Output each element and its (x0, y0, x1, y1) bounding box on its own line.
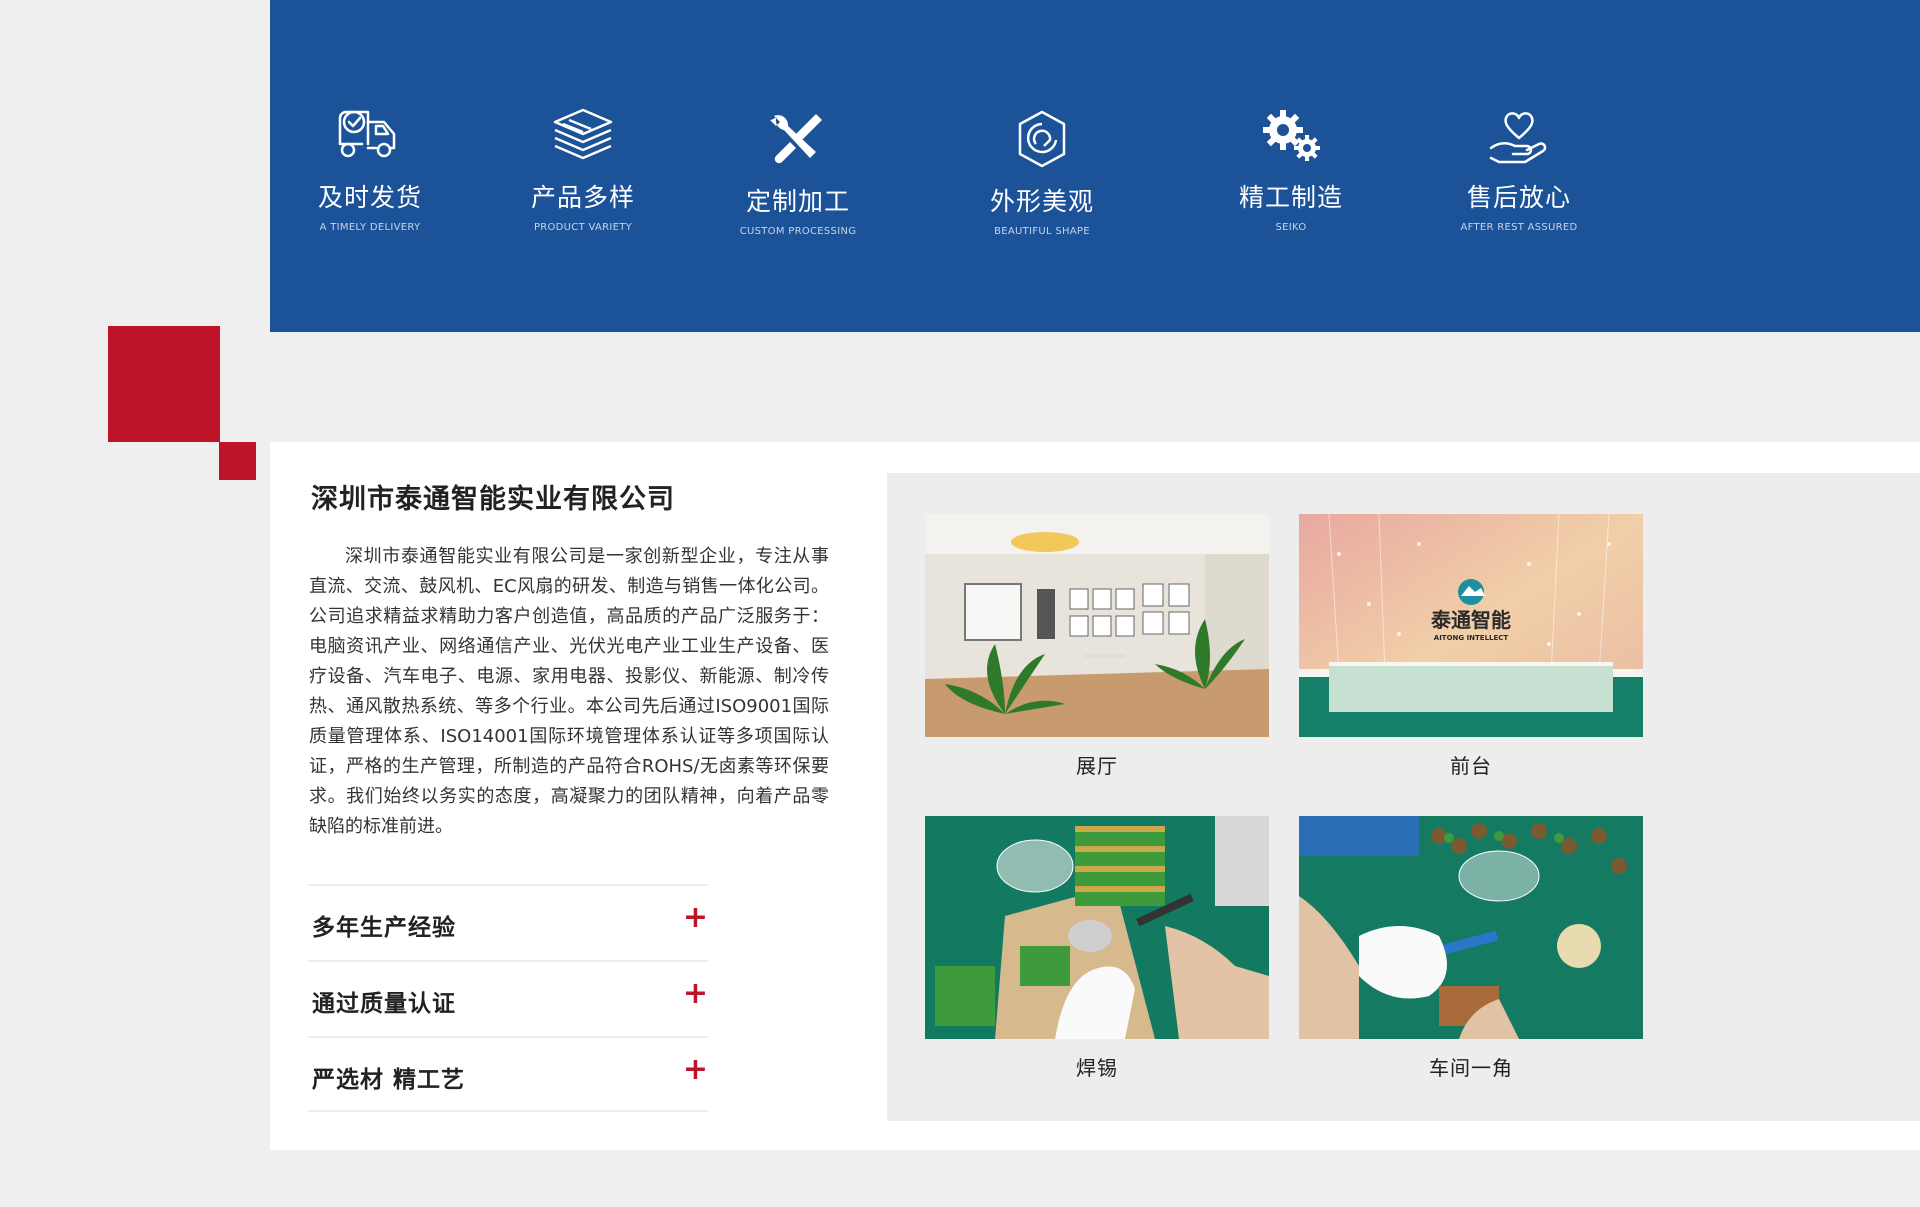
feature-product-variety: 产品多样 PRODUCT VARIETY (483, 100, 683, 233)
photo-workshop-corner[interactable] (1299, 816, 1643, 1039)
photo-caption: 展厅 (1076, 754, 1118, 778)
delivery-truck-icon (270, 100, 470, 172)
plus-icon[interactable]: + (683, 900, 708, 935)
advantages-list: 多年生产经验 + 通过质量认证 + 严选材 精工艺 + (308, 884, 708, 1112)
photo-soldering[interactable] (925, 816, 1269, 1039)
feature-title: 及时发货 (317, 183, 422, 212)
feature-subtitle: CUSTOM PROCESSING (739, 226, 857, 237)
advantage-label: 多年生产经验 (312, 915, 456, 941)
shape-hexagon-icon (942, 104, 1142, 176)
advantage-label: 通过质量认证 (312, 991, 456, 1017)
feature-subtitle: AFTER REST ASSURED (1460, 222, 1578, 233)
feature-subtitle: A TIMELY DELIVERY (319, 222, 421, 233)
photo-showroom[interactable] (925, 514, 1269, 737)
photo-caption: 前台 (1450, 754, 1492, 778)
feature-subtitle: SEIKO (1275, 222, 1307, 233)
decor-red-square-small (219, 442, 256, 480)
decor-red-square-large (108, 326, 220, 442)
feature-seiko: 精工制造 SEIKO (1191, 100, 1391, 233)
company-description: 深圳市泰通智能实业有限公司是一家创新型企业，专注从事直流、交流、鼓风机、EC风扇… (309, 546, 829, 837)
feature-title: 外形美观 (989, 187, 1094, 216)
gears-icon (1191, 100, 1391, 172)
feature-title: 产品多样 (530, 183, 635, 212)
company-name: 深圳市泰通智能实业有限公司 (311, 484, 675, 515)
feature-custom-processing: 定制加工 CUSTOM PROCESSING (698, 104, 898, 237)
feature-subtitle: PRODUCT VARIETY (533, 222, 633, 233)
feature-title: 定制加工 (745, 187, 850, 216)
plus-icon[interactable]: + (683, 976, 708, 1011)
photo-reception[interactable]: 泰通智能 AITONG INTELLECT (1299, 514, 1643, 737)
photo-caption: 焊锡 (1076, 1056, 1118, 1080)
layers-icon (483, 100, 683, 172)
feature-title: 售后放心 (1466, 183, 1571, 212)
advantage-item[interactable]: 通过质量认证 + (308, 960, 708, 1036)
features-banner: 及时发货 A TIMELY DELIVERY 产品多样 PRODUCT VARI… (270, 0, 1920, 332)
advantage-label: 严选材 精工艺 (312, 1067, 466, 1093)
reception-logo-subtext: AITONG INTELLECT (1434, 634, 1509, 642)
heart-hand-icon (1419, 100, 1619, 172)
feature-title: 精工制造 (1238, 183, 1343, 212)
about-card: 深圳市泰通智能实业有限公司 深圳市泰通智能实业有限公司是一家创新型企业，专注从事… (270, 442, 1920, 1150)
photo-caption: 车间一角 (1429, 1056, 1513, 1080)
tools-icon (698, 104, 898, 176)
feature-after-sales: 售后放心 AFTER REST ASSURED (1419, 100, 1619, 233)
feature-subtitle: BEAUTIFUL SHAPE (994, 226, 1090, 237)
reception-logo-text: 泰通智能 (1430, 608, 1511, 632)
advantage-item[interactable]: 严选材 精工艺 + (308, 1036, 708, 1112)
advantage-item[interactable]: 多年生产经验 + (308, 884, 708, 960)
photo-gallery: 泰通智能 AITONG INTELLECT 展厅 前台 焊锡 车间一角 (887, 473, 1920, 1121)
feature-beautiful-shape: 外形美观 BEAUTIFUL SHAPE (942, 104, 1142, 237)
plus-icon[interactable]: + (683, 1052, 708, 1087)
feature-timely-delivery: 及时发货 A TIMELY DELIVERY (270, 100, 470, 233)
